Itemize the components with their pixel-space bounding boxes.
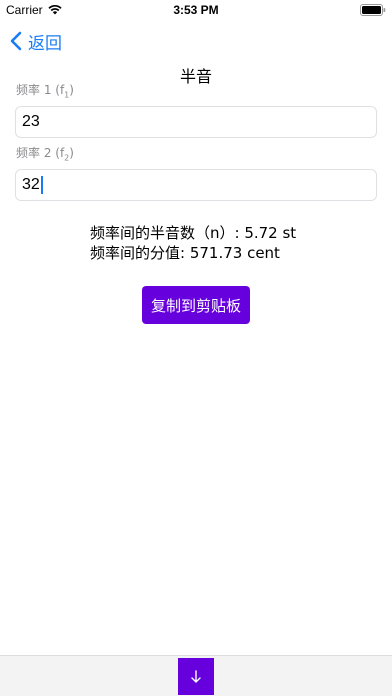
results: 频率间的半音数（n）: 5.72 st 频率间的分值: 571.73 cent — [90, 223, 296, 263]
back-button[interactable]: 返回 — [10, 29, 62, 54]
frequency-2-label: 频率 2 (f2) — [16, 146, 74, 163]
cents-result: 频率间的分值: 571.73 cent — [90, 244, 280, 262]
chevron-left-icon — [10, 31, 22, 51]
frequency-1-input[interactable]: 23 — [15, 106, 377, 138]
semitones-result: 频率间的半音数（n）: 5.72 st — [90, 224, 297, 242]
frequency-1-value: 23 — [22, 113, 40, 130]
navigation-bar: 返回 — [0, 22, 392, 66]
copy-to-clipboard-button[interactable]: 复制到剪贴板 — [142, 286, 250, 324]
back-label: 返回 — [28, 33, 62, 54]
clock: 3:53 PM — [173, 3, 219, 17]
frequency-2-value: 32 — [22, 176, 40, 193]
status-bar: Carrier 3:53 PM — [0, 0, 392, 22]
text-caret — [40, 175, 43, 194]
bottom-toolbar — [0, 655, 392, 696]
arrow-down-icon — [191, 669, 201, 683]
down-button[interactable] — [178, 658, 214, 695]
battery-icon — [360, 4, 386, 16]
frequency-1-label: 频率 1 (f1) — [16, 83, 74, 100]
frequency-2-input[interactable]: 32 — [15, 169, 377, 201]
